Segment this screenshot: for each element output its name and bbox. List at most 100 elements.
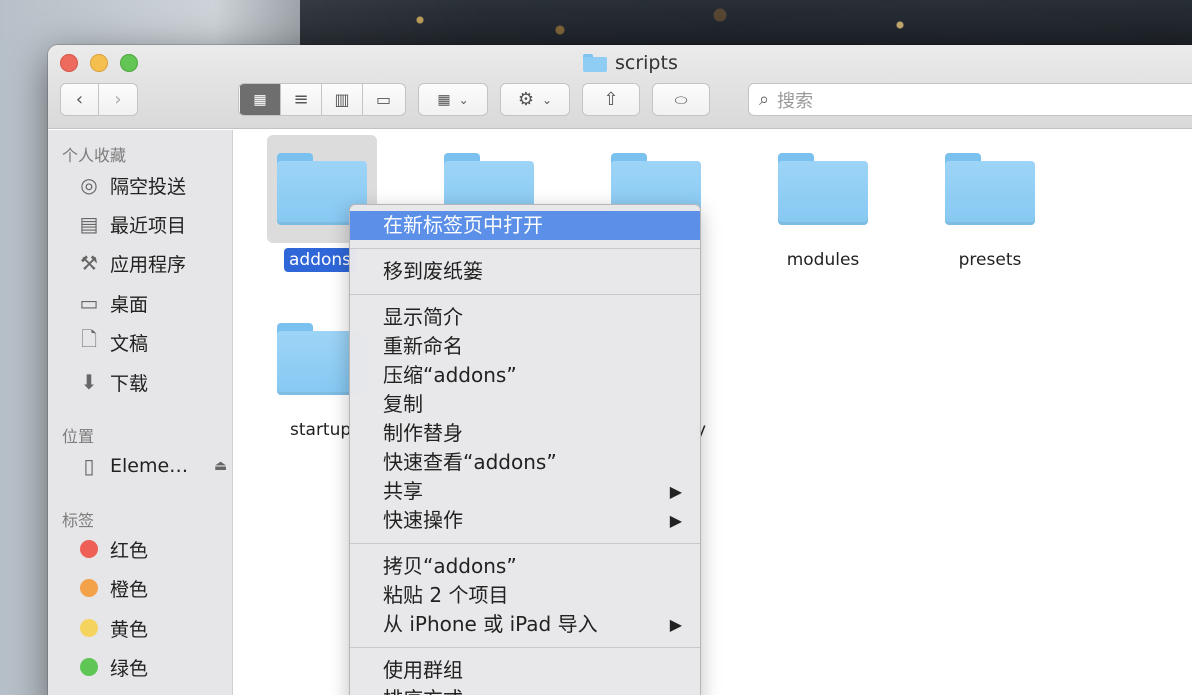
orange-tag-dot-icon <box>80 579 98 597</box>
folder-icon <box>583 54 607 72</box>
menu-item-quick-look[interactable]: 快速查看“addons” <box>350 448 700 477</box>
sidebar-item-label: 红色 <box>110 539 149 562</box>
sidebar-tags-header: 标签 <box>62 511 95 530</box>
share-icon: ⇧ <box>603 89 619 110</box>
tag-button[interactable]: ⬭ <box>652 83 710 116</box>
sidebar-item-tag-green[interactable]: 绿色 <box>76 652 148 682</box>
sidebar-item-tag-red[interactable]: 红色 <box>76 534 148 564</box>
close-button[interactable] <box>60 54 78 72</box>
columns-icon: ▥ <box>334 90 350 109</box>
menu-separator <box>350 294 700 295</box>
sidebar-item-downloads[interactable]: ⬇ 下载 <box>76 367 148 397</box>
menu-item-label: 共享 <box>383 479 423 503</box>
sidebar-item-label: 橙色 <box>110 578 149 601</box>
menu-item-use-groups[interactable]: 使用群组 <box>350 656 700 685</box>
menu-item-quick-actions[interactable]: 快速操作 ▶ <box>350 506 700 535</box>
sidebar-item-recents[interactable]: ▤ 最近项目 <box>76 209 186 239</box>
desktop-icon: ▭ <box>79 291 99 315</box>
menu-item-paste[interactable]: 粘贴 2 个项目 <box>350 581 700 610</box>
chevron-down-icon: ⌄ <box>542 92 553 107</box>
minimize-button[interactable] <box>90 54 108 72</box>
menu-item-copy[interactable]: 拷贝“addons” <box>350 552 700 581</box>
desktop-background <box>300 0 1192 50</box>
eject-icon[interactable]: ⏏ <box>214 458 227 474</box>
applications-icon: ⚒ <box>80 251 98 275</box>
chevron-right-icon: › <box>114 89 122 110</box>
sidebar-item-documents[interactable]: 🗋 文稿 <box>76 327 148 357</box>
back-button[interactable]: ‹ <box>61 84 100 115</box>
submenu-arrow-icon: ▶ <box>669 511 682 530</box>
chevron-down-icon: ⌄ <box>458 92 469 107</box>
file-label-addons[interactable]: addons <box>284 248 357 272</box>
sidebar-item-label: Eleme… <box>110 455 189 477</box>
yellow-tag-dot-icon <box>80 619 98 637</box>
folder-icon[interactable] <box>945 153 1035 225</box>
folder-icon[interactable] <box>778 153 868 225</box>
file-label-presets[interactable]: presets <box>920 250 1060 270</box>
gallery-icon: ▭ <box>375 90 392 109</box>
submenu-arrow-icon: ▶ <box>669 615 682 634</box>
gallery-view-button[interactable]: ▭ <box>363 84 404 115</box>
grid-icon: ▦ <box>437 91 451 108</box>
tag-icon: ⬭ <box>674 90 688 109</box>
chevron-left-icon: ‹ <box>75 89 84 110</box>
icon-view-button[interactable]: ▦ <box>240 84 281 115</box>
menu-item-make-alias[interactable]: 制作替身 <box>350 419 700 448</box>
forward-button[interactable]: › <box>99 84 137 115</box>
sidebar: 个人收藏 ◎ 隔空投送 ▤ 最近项目 ⚒ 应用程序 ▭ 桌面 🗋 文稿 ⬇ 下载… <box>48 130 233 695</box>
menu-item-label: 从 iPhone 或 iPad 导入 <box>383 612 598 636</box>
sidebar-item-desktop[interactable]: ▭ 桌面 <box>76 288 148 318</box>
sidebar-item-applications[interactable]: ⚒ 应用程序 <box>76 248 186 278</box>
menu-item-compress[interactable]: 压缩“addons” <box>350 361 700 390</box>
search-field[interactable]: ⌕ 搜索 <box>748 83 1192 116</box>
menu-item-share[interactable]: 共享 ▶ <box>350 477 700 506</box>
green-tag-dot-icon <box>80 658 98 676</box>
menu-item-import-from-iphone[interactable]: 从 iPhone 或 iPad 导入 ▶ <box>350 610 700 639</box>
zoom-button[interactable] <box>120 54 138 72</box>
sidebar-item-tag-orange[interactable]: 橙色 <box>76 573 148 603</box>
menu-item-sort-by[interactable]: 排序方式 <box>350 685 700 695</box>
group-button[interactable]: ▦ ⌄ <box>418 83 488 116</box>
sidebar-favorites-header: 个人收藏 <box>62 146 127 165</box>
menu-item-duplicate[interactable]: 复制 <box>350 390 700 419</box>
documents-icon: 🗋 <box>80 327 98 351</box>
nav-buttons: ‹ › <box>60 83 138 116</box>
recents-icon: ▤ <box>79 212 99 236</box>
downloads-icon: ⬇ <box>80 370 98 394</box>
sidebar-item-label: 黄色 <box>110 618 149 641</box>
menu-item-get-info[interactable]: 显示简介 <box>350 303 700 332</box>
menu-item-label: 快速操作 <box>383 508 463 532</box>
search-icon: ⌕ <box>759 89 770 110</box>
drive-icon: ▯ <box>83 454 95 478</box>
sidebar-item-tag-yellow[interactable]: 黄色 <box>76 613 148 643</box>
menu-item-open-new-tab[interactable]: 在新标签页中打开 <box>350 211 700 240</box>
sidebar-item-airdrop[interactable]: ◎ 隔空投送 <box>76 170 186 200</box>
sidebar-item-label: 桌面 <box>110 293 149 316</box>
window-title: scripts <box>583 52 678 74</box>
search-placeholder: 搜索 <box>777 90 814 112</box>
column-view-button[interactable]: ▥ <box>322 84 363 115</box>
list-view-button[interactable]: ≡ <box>281 84 322 115</box>
view-mode-segmented: ▦ ≡ ▥ ▭ <box>238 83 406 116</box>
file-label-modules[interactable]: modules <box>753 250 893 270</box>
sidebar-item-drive[interactable]: ▯ Eleme… ⏏ <box>76 451 227 481</box>
context-menu: 在新标签页中打开 移到废纸篓 显示简介 重新命名 压缩“addons” 复制 制… <box>349 204 701 695</box>
sidebar-item-label: 应用程序 <box>110 253 187 276</box>
sidebar-item-label: 绿色 <box>110 657 149 680</box>
menu-item-move-to-trash[interactable]: 移到废纸篓 <box>350 257 700 286</box>
sidebar-item-label: 文稿 <box>110 332 149 355</box>
share-button[interactable]: ⇧ <box>582 83 640 116</box>
sidebar-locations-header: 位置 <box>62 427 95 446</box>
action-button[interactable]: ⚙ ⌄ <box>500 83 570 116</box>
menu-item-rename[interactable]: 重新命名 <box>350 332 700 361</box>
menu-separator <box>350 647 700 648</box>
airdrop-icon: ◎ <box>80 173 98 197</box>
menu-separator <box>350 248 700 249</box>
red-tag-dot-icon <box>80 540 98 558</box>
window-title-text: scripts <box>615 52 678 74</box>
list-icon: ≡ <box>293 89 309 110</box>
sidebar-item-label: 下载 <box>110 372 149 395</box>
menu-separator <box>350 543 700 544</box>
sidebar-item-label: 隔空投送 <box>110 175 187 198</box>
submenu-arrow-icon: ▶ <box>669 482 682 501</box>
